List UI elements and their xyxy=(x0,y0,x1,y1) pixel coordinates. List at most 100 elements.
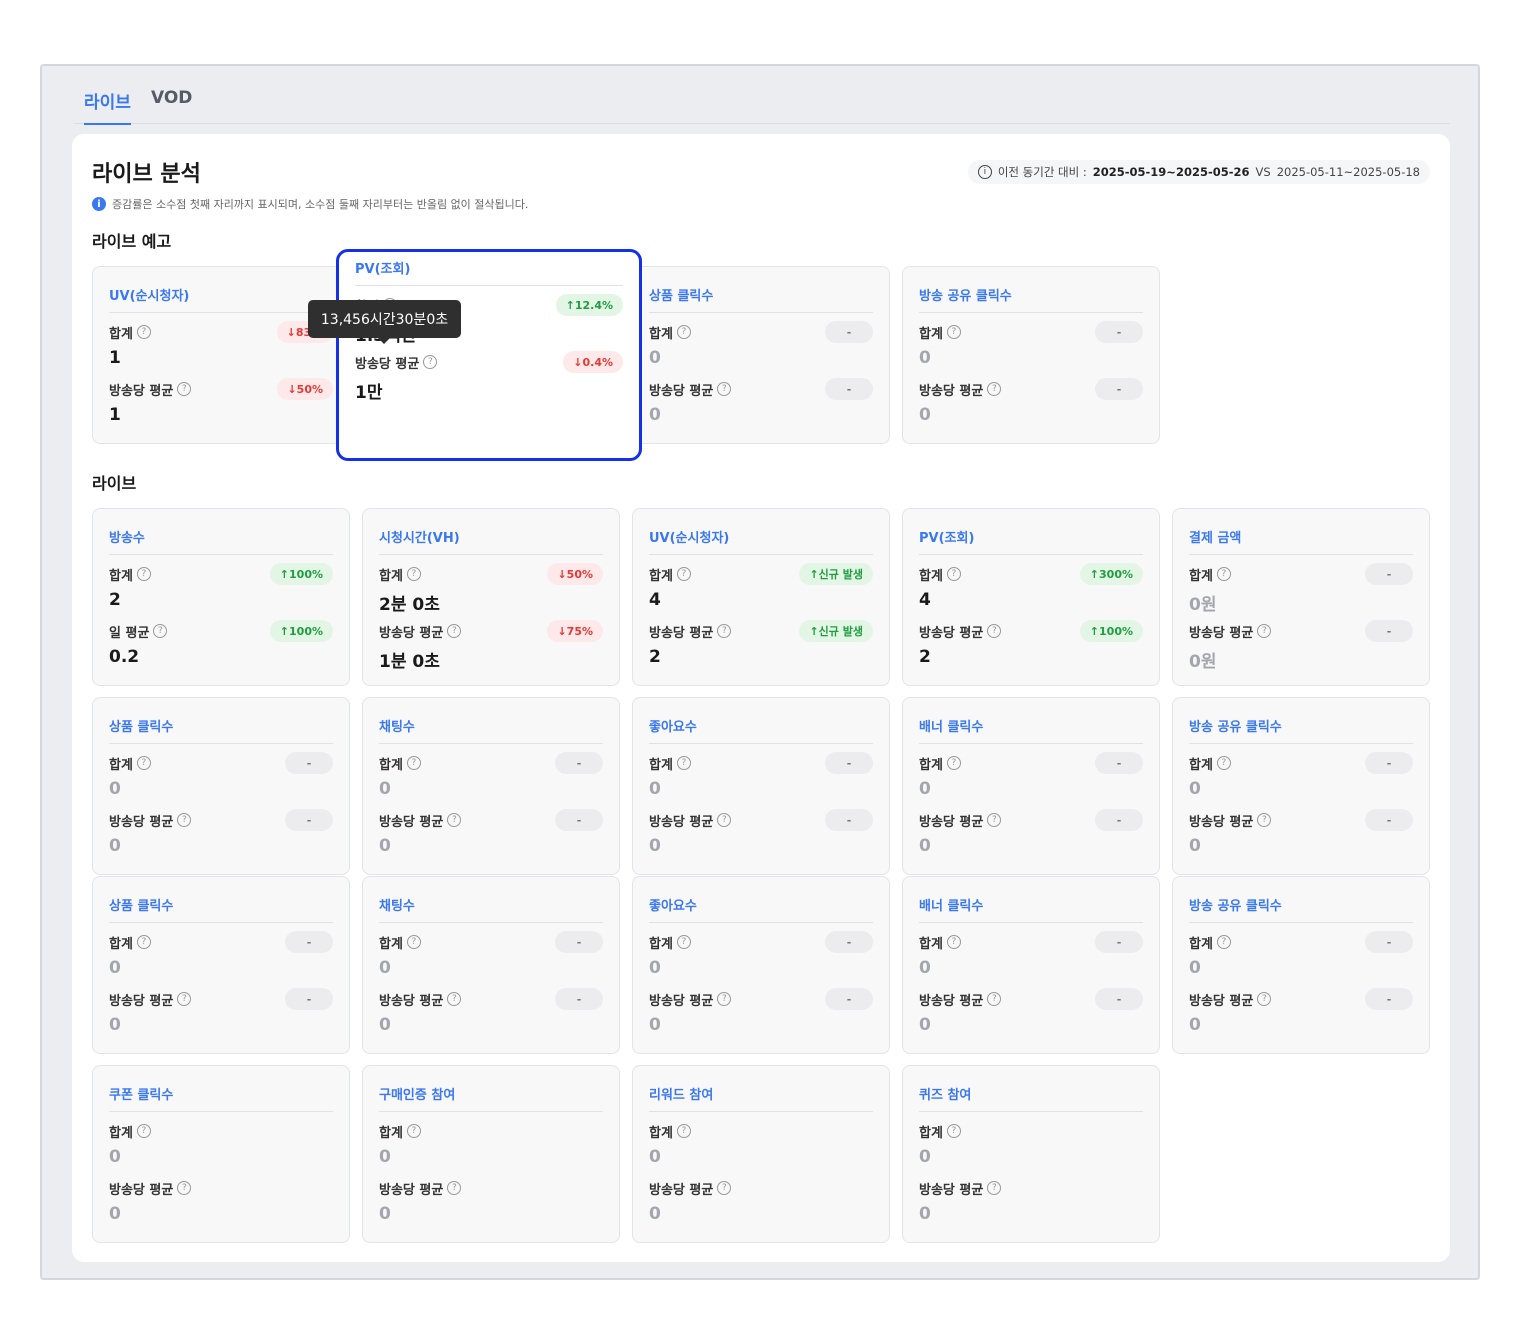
metric-value: 0 xyxy=(379,958,391,978)
help-icon[interactable]: ? xyxy=(153,624,168,638)
change-badge: - xyxy=(825,988,873,1010)
help-icon[interactable]: ? xyxy=(717,382,732,396)
metric-value: 0 xyxy=(109,1015,121,1035)
help-icon[interactable]: ? xyxy=(136,567,151,581)
metric-label: 방송당 평균 xyxy=(109,1182,174,1198)
metric-label: 합계 xyxy=(379,568,403,584)
metric-title: 결제 금액 xyxy=(1189,531,1242,546)
help-icon[interactable]: ? xyxy=(987,992,1002,1006)
help-icon[interactable]: ? xyxy=(676,756,691,770)
divider xyxy=(1189,743,1413,744)
metric-value: 0 xyxy=(109,779,121,799)
help-icon[interactable]: ? xyxy=(946,935,961,949)
help-icon[interactable]: ? xyxy=(406,756,421,770)
help-icon[interactable]: ? xyxy=(423,355,438,369)
help-icon[interactable]: ? xyxy=(987,813,1002,827)
divider xyxy=(355,285,623,286)
help-icon[interactable]: ? xyxy=(1216,756,1231,770)
help-icon[interactable]: ? xyxy=(946,325,961,339)
help-icon[interactable]: ? xyxy=(406,935,421,949)
help-icon[interactable]: ? xyxy=(946,756,961,770)
help-icon[interactable]: ? xyxy=(676,325,691,339)
metric-label: 합계 xyxy=(919,1125,943,1141)
change-badge: - xyxy=(1365,620,1413,642)
help-icon[interactable]: ? xyxy=(1216,567,1231,581)
help-icon[interactable]: ? xyxy=(717,813,732,827)
tab-vod[interactable]: VOD xyxy=(151,88,192,118)
help-icon[interactable]: ? xyxy=(946,567,961,581)
metric-value: 0 xyxy=(379,1204,391,1224)
help-icon[interactable]: ? xyxy=(177,813,192,827)
metric-title: 방송 공유 클릭수 xyxy=(1189,720,1282,735)
metric-card: 상품 클릭수 합계? - 0 방송당 평균? - 0 xyxy=(92,876,350,1054)
metric-value: 0 xyxy=(919,1015,931,1035)
info-icon: i xyxy=(92,197,106,211)
metric-value: 0 xyxy=(109,958,121,978)
help-icon[interactable]: ? xyxy=(717,1181,732,1195)
metric-label: 방송당 평균 xyxy=(379,993,444,1009)
help-icon[interactable]: ? xyxy=(177,992,192,1006)
help-icon[interactable]: ? xyxy=(1257,813,1272,827)
help-icon[interactable]: ? xyxy=(447,992,462,1006)
help-icon[interactable]: ? xyxy=(946,1124,961,1138)
metric-label: 방송당 평균 xyxy=(379,625,444,641)
metric-value: 0 xyxy=(379,1015,391,1035)
help-icon[interactable]: ? xyxy=(987,624,1002,638)
help-icon[interactable]: ? xyxy=(676,1124,691,1138)
compare-period: i 이전 동기간 대비 : 2025-05-19~2025-05-26 VS 2… xyxy=(967,160,1430,184)
metric-title: UV(순시청자) xyxy=(109,289,190,304)
metric-label: 합계 xyxy=(919,757,943,773)
divider xyxy=(919,1111,1143,1112)
info-circle-icon[interactable]: i xyxy=(977,165,992,179)
divider xyxy=(109,922,333,923)
change-badge: ↓50% xyxy=(277,378,333,400)
metric-label: 방송당 평균 xyxy=(109,993,174,1009)
divider xyxy=(919,922,1143,923)
divider xyxy=(109,1111,333,1112)
metric-title: 리워드 참여 xyxy=(649,1088,714,1103)
help-icon[interactable]: ? xyxy=(136,935,151,949)
help-icon[interactable]: ? xyxy=(1257,992,1272,1006)
help-icon[interactable]: ? xyxy=(676,935,691,949)
change-badge: - xyxy=(1365,931,1413,953)
metric-value: 2분 0초 xyxy=(379,595,440,615)
help-icon[interactable]: ? xyxy=(717,624,732,638)
help-icon[interactable]: ? xyxy=(447,624,462,638)
help-icon[interactable]: ? xyxy=(447,813,462,827)
change-badge: - xyxy=(555,931,603,953)
section-live-title: 라이브 xyxy=(92,474,137,493)
help-icon[interactable]: ? xyxy=(987,382,1002,396)
help-icon[interactable]: ? xyxy=(1257,624,1272,638)
tab-live[interactable]: 라이브 xyxy=(84,88,131,125)
change-badge: - xyxy=(1365,752,1413,774)
help-icon[interactable]: ? xyxy=(406,1124,421,1138)
help-icon[interactable]: ? xyxy=(136,1124,151,1138)
help-icon[interactable]: ? xyxy=(676,567,691,581)
tab-bar: 라이브 VOD xyxy=(74,88,1450,125)
metric-label: 합계 xyxy=(919,936,943,952)
divider xyxy=(379,743,603,744)
metric-label: 합계 xyxy=(379,936,403,952)
metric-label: 방송당 평균 xyxy=(919,625,984,641)
metric-title: 방송 공유 클릭수 xyxy=(1189,899,1282,914)
metric-label: 합계 xyxy=(379,757,403,773)
help-icon[interactable]: ? xyxy=(1216,935,1231,949)
help-icon[interactable]: ? xyxy=(717,992,732,1006)
help-icon[interactable]: ? xyxy=(987,1181,1002,1195)
section-preview-title: 라이브 예고 xyxy=(92,232,172,251)
help-icon[interactable]: ? xyxy=(406,567,421,581)
metric-label: 합계 xyxy=(109,326,133,342)
metric-title: PV(조회) xyxy=(355,262,411,277)
metric-label: 일 평균 xyxy=(109,625,150,641)
help-icon[interactable]: ? xyxy=(136,325,151,339)
metric-value: 0 xyxy=(1189,836,1201,856)
help-icon[interactable]: ? xyxy=(447,1181,462,1195)
metric-value: 4 xyxy=(649,590,661,610)
help-icon[interactable]: ? xyxy=(177,1181,192,1195)
metric-card: UV(순시청자) 합계? ↑신규 발생 4 방송당 평균? ↑신규 발생 2 xyxy=(632,508,890,686)
help-icon[interactable]: ? xyxy=(136,756,151,770)
help-icon[interactable]: ? xyxy=(177,382,192,396)
metric-label: 합계 xyxy=(1189,757,1213,773)
metric-card: 채팅수 합계? - 0 방송당 평균? - 0 xyxy=(362,876,620,1054)
metric-title: 배너 클릭수 xyxy=(919,720,984,735)
